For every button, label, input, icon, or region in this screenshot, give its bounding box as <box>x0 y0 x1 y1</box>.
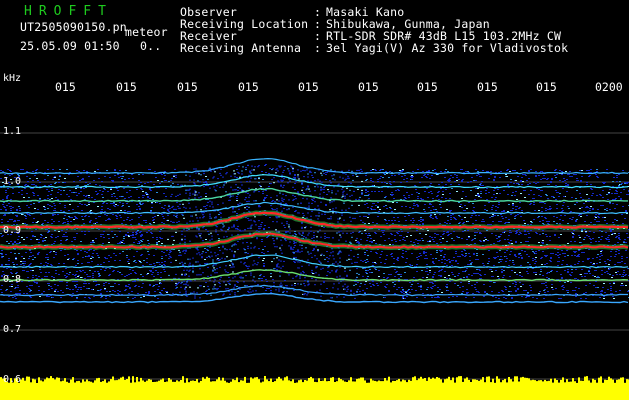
time-tick-label: 015 <box>536 80 557 94</box>
timestamp: 25.05.09 01:50 <box>20 39 120 53</box>
header-value-antenna: 3el Yagi(V) Az 330 for Vladivostok <box>326 41 569 55</box>
time-tick-label: 015 <box>298 80 319 94</box>
level-fill <box>0 383 629 400</box>
time-tick-label: 015 <box>238 80 259 94</box>
level-meter <box>0 376 629 400</box>
freq-tick-label: 1.1 <box>3 126 22 137</box>
freq-tick-label: 0.7 <box>3 324 22 335</box>
time-tick-label: 015 <box>358 80 379 94</box>
time-tick-label: 015 <box>116 80 137 94</box>
file-suffix: meteor <box>125 25 168 39</box>
timestamp-extra: 0.. <box>140 39 162 53</box>
freq-unit-label: kHz <box>3 73 22 84</box>
time-tick-label: 015 <box>55 80 76 94</box>
spectrogram-plot <box>0 132 629 400</box>
header-sep-antenna: : <box>314 41 322 55</box>
freq-tick-label: 0.6 <box>3 374 22 385</box>
signal-trace <box>0 254 629 269</box>
freq-tick-label: 0.9 <box>3 225 22 236</box>
app-title: HROFFT <box>24 4 113 19</box>
time-tick-label: 0200 <box>595 80 623 94</box>
time-tick-label: 015 <box>417 80 438 94</box>
time-tick-label: 015 <box>177 80 198 94</box>
freq-tick-label: 0.8 <box>3 274 22 285</box>
header-label-antenna: Receiving Antenna <box>180 41 302 55</box>
file-name: UT2505090150.pn <box>20 20 127 34</box>
time-tick-label: 015 <box>477 80 498 94</box>
signal-trace <box>0 284 628 297</box>
freq-tick-label: 1.0 <box>3 176 22 187</box>
